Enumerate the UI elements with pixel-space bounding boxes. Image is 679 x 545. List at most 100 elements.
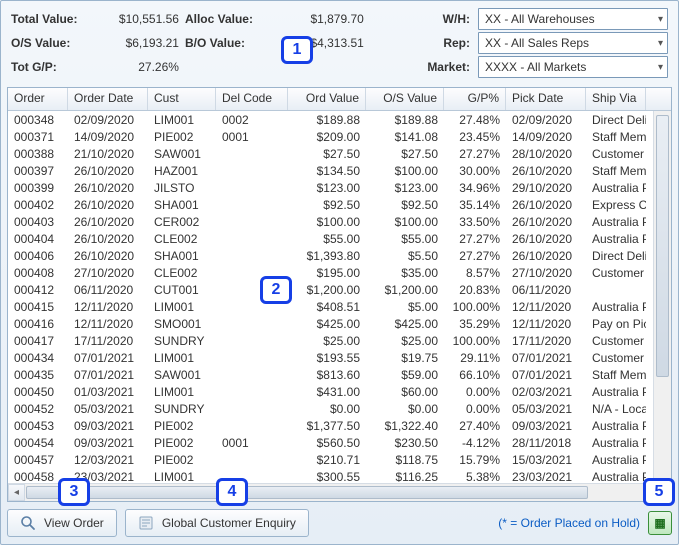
cell: 000406 — [8, 249, 68, 263]
table-row[interactable]: 00041612/11/2020SMO001$425.00$425.0035.2… — [8, 315, 671, 332]
cell: Australia P — [586, 385, 646, 399]
col-ship-via[interactable]: Ship Via — [586, 88, 646, 110]
table-row[interactable]: 00045409/03/2021PIE0020001$560.50$230.50… — [8, 434, 671, 451]
col-cust[interactable]: Cust — [148, 88, 216, 110]
table-row[interactable]: 00040626/10/2020SHA001$1,393.80$5.5027.2… — [8, 247, 671, 264]
table-row[interactable]: 00041717/11/2020SUNDRY$25.00$25.00100.00… — [8, 332, 671, 349]
cell: 09/03/2021 — [506, 419, 586, 433]
cell: $560.50 — [288, 436, 366, 450]
col-os-value[interactable]: O/S Value — [366, 88, 444, 110]
cell: $431.00 — [288, 385, 366, 399]
col-order-date[interactable]: Order Date — [68, 88, 148, 110]
table-row[interactable]: 00040426/10/2020CLE002$55.00$55.0027.27%… — [8, 230, 671, 247]
table-row[interactable]: 00045712/03/2021PIE002$210.71$118.7515.7… — [8, 451, 671, 468]
table-row[interactable]: 00038821/10/2020SAW001$27.50$27.5027.27%… — [8, 145, 671, 162]
market-value: XXXX - All Markets — [485, 60, 586, 74]
cell: $100.00 — [288, 215, 366, 229]
table-row[interactable]: 00045001/03/2021LIM001$431.00$60.000.00%… — [8, 383, 671, 400]
col-del-code[interactable]: Del Code — [216, 88, 288, 110]
cell: 26/10/2020 — [68, 249, 148, 263]
table-row[interactable]: 00039726/10/2020HAZ001$134.50$100.0030.0… — [8, 162, 671, 179]
table-row[interactable]: 00037114/09/2020PIE0020001$209.00$141.08… — [8, 128, 671, 145]
grid-body[interactable]: 00034802/09/2020LIM0010002$189.88$189.88… — [8, 111, 671, 501]
cell: HAZ001 — [148, 164, 216, 178]
table-row[interactable]: 00045205/03/2021SUNDRY$0.00$0.000.00%05/… — [8, 400, 671, 417]
cell: SUNDRY — [148, 334, 216, 348]
cell: Customer I — [586, 351, 646, 365]
cell: 27.48% — [444, 113, 506, 127]
horizontal-scrollbar[interactable]: ◂ ▸ — [8, 483, 671, 501]
cell: 02/09/2020 — [506, 113, 586, 127]
cell: $35.00 — [366, 266, 444, 280]
vertical-scrollbar[interactable] — [653, 111, 671, 484]
rep-combo[interactable]: XX - All Sales Reps ▾ — [478, 32, 668, 54]
table-row[interactable]: 00039926/10/2020JILSTO$123.00$123.0034.9… — [8, 179, 671, 196]
table-row[interactable]: 00040326/10/2020CER002$100.00$100.0033.5… — [8, 213, 671, 230]
global-customer-enquiry-button[interactable]: Global Customer Enquiry — [125, 509, 309, 537]
cell: LIM001 — [148, 113, 216, 127]
table-row[interactable]: 00040226/10/2020SHA001$92.50$92.5035.14%… — [8, 196, 671, 213]
col-pick-date[interactable]: Pick Date — [506, 88, 586, 110]
cell: PIE002 — [148, 436, 216, 450]
cell: 12/03/2021 — [68, 453, 148, 467]
table-row[interactable]: 00043407/01/2021LIM001$193.55$19.7529.11… — [8, 349, 671, 366]
warehouse-combo[interactable]: XX - All Warehouses ▾ — [478, 8, 668, 30]
cell: 35.29% — [444, 317, 506, 331]
grid-header-row: Order Order Date Cust Del Code Ord Value… — [8, 88, 671, 111]
cell: 000434 — [8, 351, 68, 365]
cell: 28/11/2018 — [506, 436, 586, 450]
cell: $425.00 — [366, 317, 444, 331]
cell: 0001 — [216, 436, 288, 450]
cell: Staff Memb — [586, 164, 646, 178]
table-row[interactable]: 00041206/11/2020CUT001$1,200.00$1,200.00… — [8, 281, 671, 298]
bo-value: $4,313.51 — [258, 36, 388, 50]
cell: $189.88 — [288, 113, 366, 127]
vertical-scroll-thumb[interactable] — [656, 115, 669, 377]
table-row[interactable]: 00040827/10/2020CLE002$195.00$35.008.57%… — [8, 264, 671, 281]
market-combo[interactable]: XXXX - All Markets ▾ — [478, 56, 668, 78]
cell: 09/03/2021 — [68, 436, 148, 450]
cell: Pay on Pick — [586, 317, 646, 331]
cell: 26/10/2020 — [506, 249, 586, 263]
table-row[interactable]: 00041512/11/2020LIM001$408.51$5.00100.00… — [8, 298, 671, 315]
col-order[interactable]: Order — [8, 88, 68, 110]
horizontal-scroll-thumb[interactable] — [26, 486, 588, 499]
cell: 07/01/2021 — [506, 351, 586, 365]
cell: 29.11% — [444, 351, 506, 365]
scroll-left-arrow-icon[interactable]: ◂ — [8, 484, 25, 501]
cell: $134.50 — [288, 164, 366, 178]
cell: 33.50% — [444, 215, 506, 229]
cell: 15/03/2021 — [506, 453, 586, 467]
cell: CLE002 — [148, 232, 216, 246]
cell: Customer I — [586, 147, 646, 161]
cell: Direct Deliv — [586, 113, 646, 127]
cell: $55.00 — [288, 232, 366, 246]
chevron-down-icon: ▾ — [658, 14, 663, 25]
cell: 26/10/2020 — [506, 164, 586, 178]
table-row[interactable]: 00034802/09/2020LIM0010002$189.88$189.88… — [8, 111, 671, 128]
cell: 000453 — [8, 419, 68, 433]
cell: 000457 — [8, 453, 68, 467]
cell: $123.00 — [366, 181, 444, 195]
col-ord-value[interactable]: Ord Value — [288, 88, 366, 110]
cell: Customer I — [586, 334, 646, 348]
table-row[interactable]: 00045309/03/2021PIE002$1,377.50$1,322.40… — [8, 417, 671, 434]
magnifier-icon — [20, 515, 36, 531]
cell: 000402 — [8, 198, 68, 212]
cell: Staff Memb — [586, 130, 646, 144]
cell: 000408 — [8, 266, 68, 280]
cell: Express Co — [586, 198, 646, 212]
view-order-button[interactable]: View Order — [7, 509, 117, 537]
cell: 000417 — [8, 334, 68, 348]
summary-panel: Total Value: $10,551.56 Alloc Value: $1,… — [1, 1, 678, 83]
cell: 000452 — [8, 402, 68, 416]
table-row[interactable]: 00043507/01/2021SAW001$813.60$59.0066.10… — [8, 366, 671, 383]
export-excel-button[interactable]: ▦ — [648, 511, 672, 535]
cell: $425.00 — [288, 317, 366, 331]
cell: 000403 — [8, 215, 68, 229]
cell: JILSTO — [148, 181, 216, 195]
cell: $408.51 — [288, 300, 366, 314]
cell: 30.00% — [444, 164, 506, 178]
cell: 26/10/2020 — [506, 232, 586, 246]
col-gp-pct[interactable]: G/P% — [444, 88, 506, 110]
